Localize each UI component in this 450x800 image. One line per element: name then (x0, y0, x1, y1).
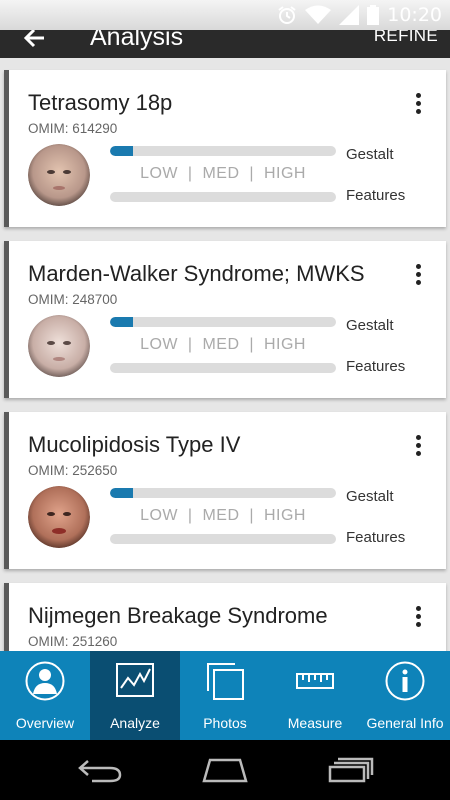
features-label: Features (346, 187, 406, 204)
nav-label: Measure (287, 715, 343, 731)
nav-label: Overview (15, 715, 75, 731)
result-card[interactable]: Tetrasomy 18p OMIM: 614290 LOW | MED | H… (4, 70, 446, 227)
gestalt-label: Gestalt (346, 488, 394, 505)
photos-icon (207, 663, 244, 700)
omim-id: OMIM: 251260 (28, 634, 118, 649)
bottom-nav: Overview Analyze Photos Measure General … (0, 651, 450, 740)
omim-id: OMIM: 248700 (28, 292, 118, 307)
features-bar (110, 192, 336, 202)
more-options-icon[interactable] (416, 264, 422, 286)
scale-label: LOW | MED | HIGH (140, 507, 306, 524)
syndrome-title: Nijmegen Breakage Syndrome (28, 603, 328, 628)
features-bar (110, 363, 336, 373)
signal-icon (339, 5, 360, 25)
nav-measure[interactable]: Measure (270, 651, 360, 740)
ruler-icon (296, 673, 334, 689)
features-bar (110, 534, 336, 544)
nav-analyze[interactable]: Analyze (90, 651, 180, 740)
scale-label: LOW | MED | HIGH (140, 336, 306, 353)
page-title: Analysis (90, 30, 184, 51)
composite-face-image (28, 315, 90, 377)
more-options-icon[interactable] (416, 93, 422, 115)
nav-overview[interactable]: Overview (0, 651, 90, 740)
syndrome-title: Marden-Walker Syndrome; MWKS (28, 261, 365, 286)
refine-button[interactable]: REFINE (374, 30, 438, 46)
composite-face-image (28, 486, 90, 548)
omim-id: OMIM: 252650 (28, 463, 118, 478)
alarm-icon (278, 6, 296, 24)
omim-id: OMIM: 614290 (28, 121, 118, 136)
status-bar: 10:20 (0, 0, 450, 30)
system-nav-bar (0, 740, 450, 800)
system-home-icon[interactable] (202, 757, 248, 783)
status-time: 10:20 (387, 4, 442, 26)
battery-icon (367, 5, 380, 25)
wifi-icon (305, 5, 332, 24)
gestalt-bar-fill (110, 317, 133, 327)
nav-photos[interactable]: Photos (180, 651, 270, 740)
gestalt-bar-fill (110, 488, 133, 498)
system-back-icon[interactable] (78, 757, 122, 783)
chart-icon (116, 663, 154, 697)
result-card[interactable]: Marden-Walker Syndrome; MWKS OMIM: 24870… (4, 241, 446, 398)
gestalt-bar-fill (110, 146, 133, 156)
result-card[interactable]: Nijmegen Breakage Syndrome OMIM: 251260 (4, 583, 446, 651)
more-options-icon[interactable] (416, 606, 422, 628)
features-label: Features (346, 529, 406, 546)
result-card[interactable]: Mucolipidosis Type IV OMIM: 252650 LOW |… (4, 412, 446, 569)
syndrome-title: Tetrasomy 18p (28, 90, 173, 115)
person-icon (25, 661, 65, 701)
gestalt-bar (110, 488, 336, 498)
info-icon (385, 661, 425, 701)
nav-general-info[interactable]: General Info (360, 651, 450, 740)
gestalt-bar (110, 317, 336, 327)
scale-label: LOW | MED | HIGH (140, 165, 306, 182)
gestalt-label: Gestalt (346, 317, 394, 334)
back-arrow-icon[interactable] (22, 30, 46, 50)
more-options-icon[interactable] (416, 435, 422, 457)
app-bar: Analysis REFINE (0, 30, 450, 58)
syndrome-title: Mucolipidosis Type IV (28, 432, 241, 457)
nav-label: General Info (366, 715, 444, 731)
features-label: Features (346, 358, 406, 375)
gestalt-bar (110, 146, 336, 156)
system-recents-icon[interactable] (328, 757, 374, 783)
composite-face-image (28, 144, 90, 206)
nav-label: Analyze (110, 715, 160, 731)
results-list[interactable]: Tetrasomy 18p OMIM: 614290 LOW | MED | H… (0, 58, 450, 651)
nav-label: Photos (203, 715, 247, 731)
gestalt-label: Gestalt (346, 146, 394, 163)
